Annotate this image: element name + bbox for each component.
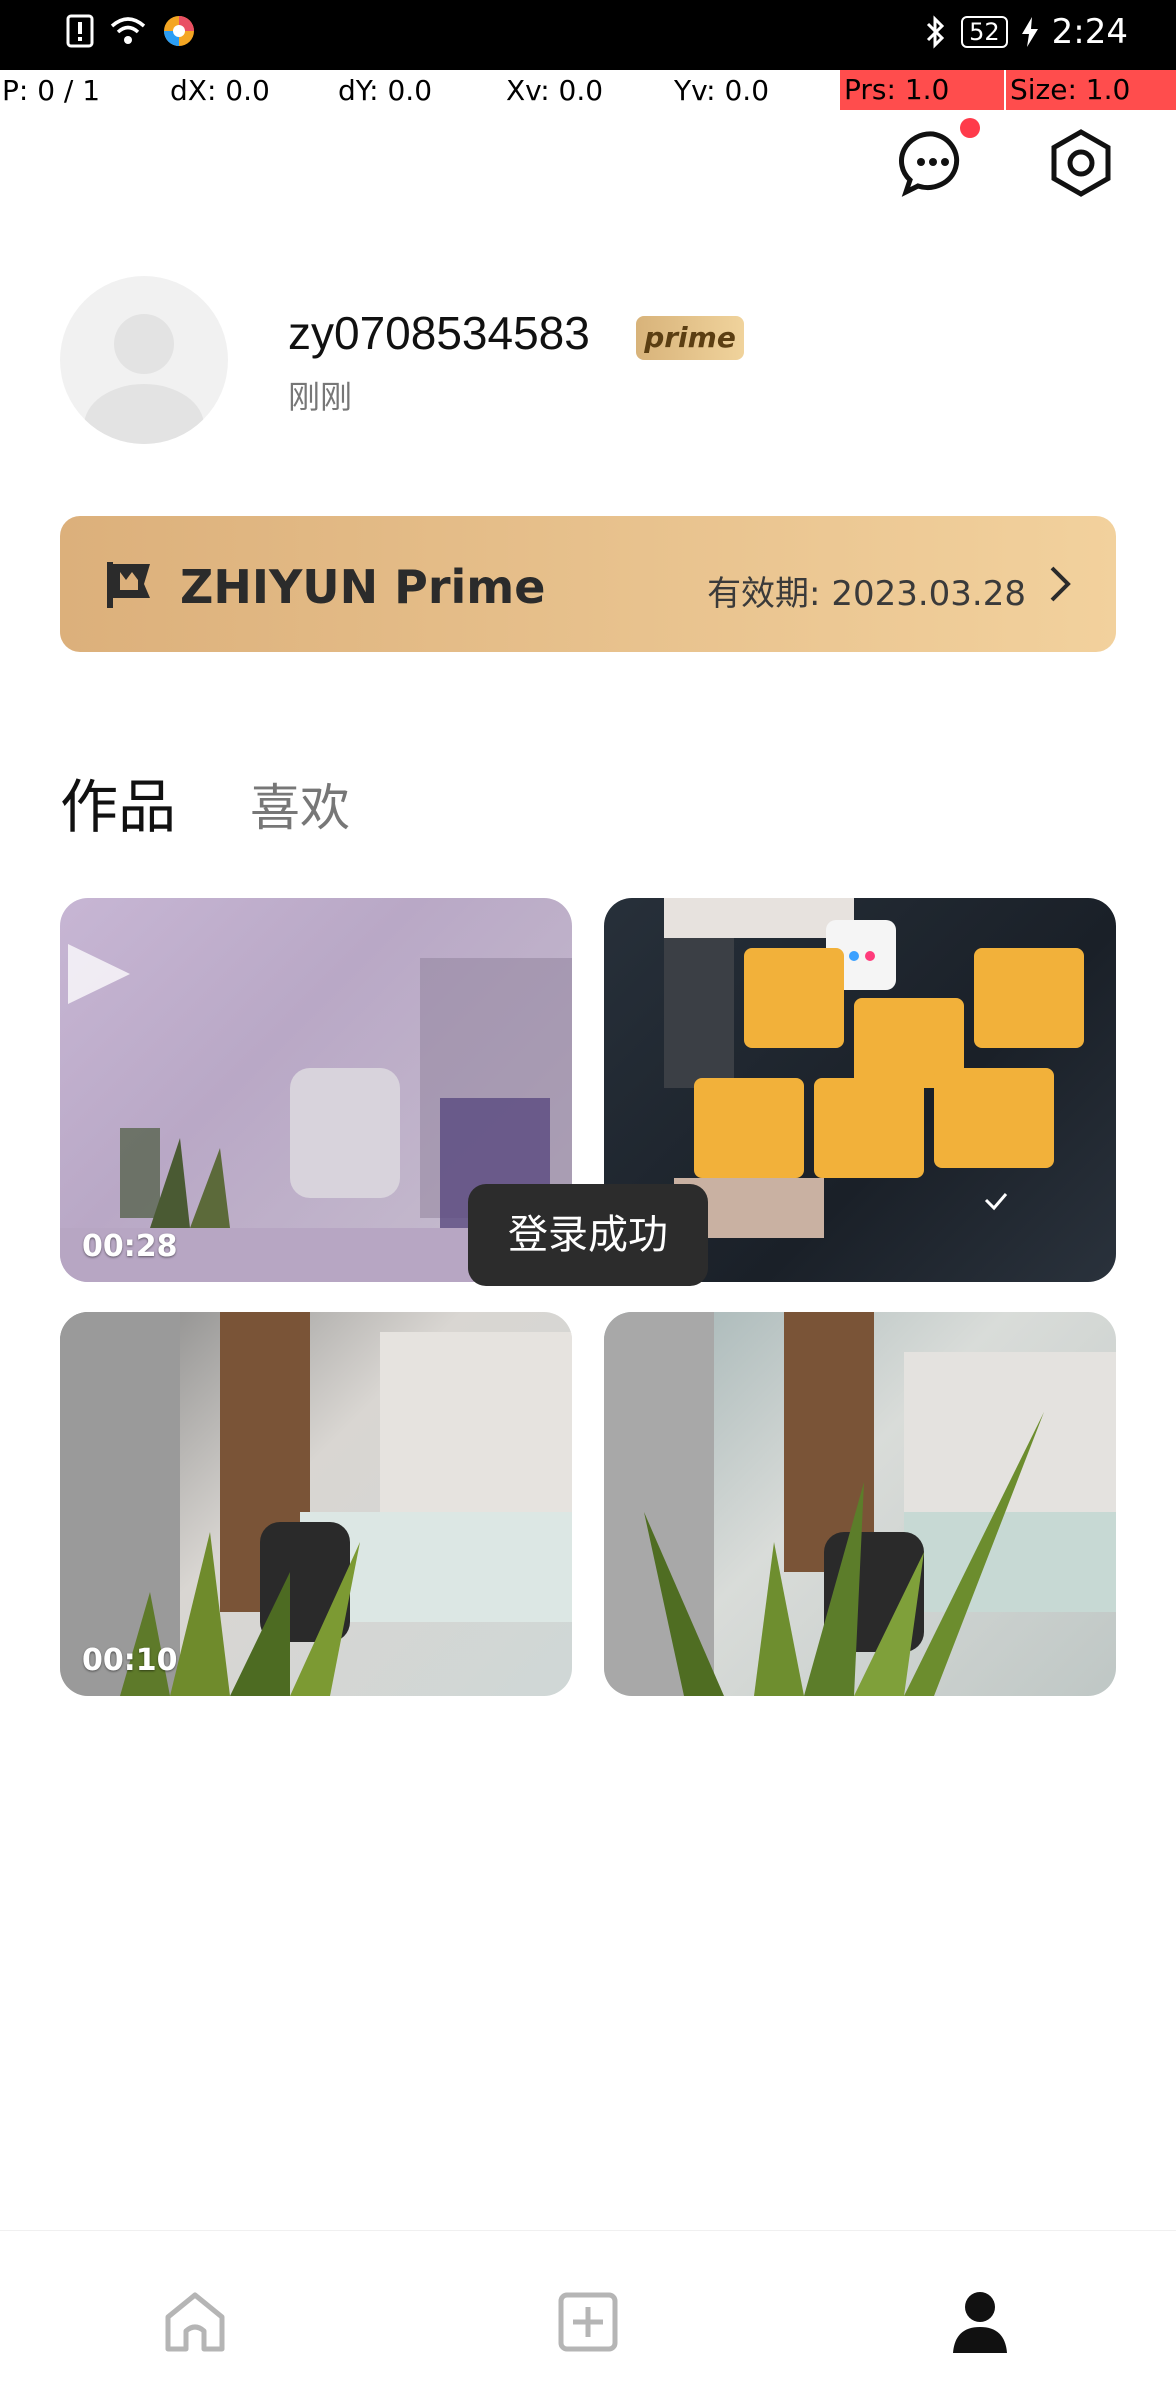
debug-pointer-count: P: 0 / 1 — [2, 74, 101, 107]
debug-pressure: Prs: 1.0 — [840, 70, 1004, 110]
pointer-debug-overlay: P: 0 / 1 dX: 0.0 dY: 0.0 Xv: 0.0 Yv: 0.0… — [0, 70, 1176, 110]
debug-xv: Xv: 0.0 — [506, 74, 604, 107]
content-tabs: 作品 喜欢 — [60, 760, 350, 844]
prime-validity: 有效期: 2023.03.28 — [707, 574, 1026, 614]
app-icon — [164, 16, 194, 46]
last-active: 刚刚 — [288, 378, 353, 416]
video-duration: 00:28 — [82, 1229, 178, 1264]
clock: 2:24 — [1051, 12, 1128, 52]
bottom-navigation — [0, 2230, 1176, 2401]
video-thumbnail[interactable]: 00:10 — [60, 1312, 572, 1696]
video-duration: 00:10 — [82, 1643, 178, 1678]
chevron-right-icon — [1050, 566, 1071, 602]
avatar[interactable] — [60, 276, 228, 444]
settings-button[interactable] — [1046, 128, 1116, 198]
battery-level: 52 — [961, 16, 1008, 48]
office-plant-scene-art — [604, 1312, 1116, 1696]
toast-message: 登录成功 — [468, 1184, 708, 1286]
nav-home[interactable] — [160, 2287, 230, 2357]
avatar-placeholder-icon — [84, 314, 204, 444]
tab-works[interactable]: 作品 — [60, 760, 176, 844]
debug-dy: dY: 0.0 — [338, 74, 433, 107]
video-grid: 00:28 00:10 — [60, 898, 1116, 1696]
settings-icon — [1051, 129, 1111, 197]
video-thumbnail[interactable] — [604, 1312, 1116, 1696]
notification-dot — [960, 118, 980, 138]
prime-badge: prime — [636, 316, 744, 360]
charging-icon — [1021, 17, 1038, 47]
bluetooth-icon — [927, 15, 945, 49]
wifi-icon — [110, 17, 146, 44]
username: zy0708534583 — [288, 307, 590, 359]
debug-dx: dX: 0.0 — [170, 74, 270, 107]
prime-membership-card[interactable]: ZHIYUN Prime 有效期: 2023.03.28 — [60, 516, 1116, 652]
chat-bubble-icon — [899, 131, 960, 197]
office-plant-scene-art — [60, 1312, 572, 1696]
header-actions — [898, 118, 1116, 198]
messages-button[interactable] — [898, 118, 980, 198]
nav-create[interactable] — [553, 2287, 623, 2357]
tab-likes[interactable]: 喜欢 — [250, 768, 350, 844]
prime-flag-icon — [107, 562, 150, 608]
sim-alert-icon — [66, 14, 94, 48]
profile-icon — [953, 2292, 1007, 2353]
nav-profile[interactable] — [945, 2287, 1015, 2357]
home-icon — [165, 2292, 225, 2352]
add-icon — [558, 2292, 618, 2352]
debug-yv: Yv: 0.0 — [674, 74, 770, 107]
prime-title: ZHIYUN Prime — [180, 560, 546, 614]
debug-size: Size: 1.0 — [1006, 70, 1176, 110]
status-bar: 52 2:24 — [0, 0, 1176, 70]
